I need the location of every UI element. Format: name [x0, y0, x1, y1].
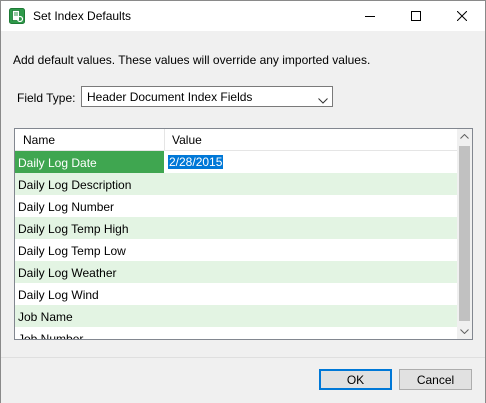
scroll-down-button[interactable] [457, 324, 472, 339]
field-type-selected-value: Header Document Index Fields [87, 90, 253, 104]
cell-name[interactable]: Daily Log Number [15, 195, 164, 217]
table-row[interactable]: Job Name [15, 305, 457, 327]
maximize-button[interactable] [393, 1, 439, 31]
cell-value[interactable] [165, 195, 457, 217]
app-icon [9, 8, 25, 24]
cell-value[interactable] [165, 283, 457, 305]
field-type-dropdown[interactable]: Header Document Index Fields [81, 86, 333, 107]
table-row[interactable]: Daily Log Date 2/28/2015 [15, 151, 457, 173]
column-divider[interactable] [164, 129, 165, 150]
instructions-text: Add default values. These values will ov… [13, 53, 371, 67]
selected-value-text[interactable]: 2/28/2015 [168, 155, 224, 169]
scrollbar-thumb[interactable] [459, 146, 470, 321]
table-row[interactable]: Daily Log Temp Low [15, 239, 457, 261]
table-row[interactable]: Daily Log Description [15, 173, 457, 195]
table-row[interactable]: Job Number [15, 327, 457, 339]
cell-name[interactable]: Daily Log Temp High [15, 217, 164, 239]
cancel-button[interactable]: Cancel [399, 369, 472, 390]
vertical-scrollbar[interactable] [457, 129, 472, 339]
grid-header: Name Value [15, 129, 457, 151]
cell-name[interactable]: Daily Log Temp Low [15, 239, 164, 261]
ok-button[interactable]: OK [319, 369, 392, 390]
cell-name[interactable]: Job Number [15, 327, 164, 339]
close-button[interactable] [439, 1, 485, 31]
column-header-value[interactable]: Value [172, 133, 202, 147]
cell-value[interactable] [165, 173, 457, 195]
table-row[interactable]: Daily Log Temp High [15, 217, 457, 239]
maximize-icon [411, 11, 421, 21]
chevron-down-icon [460, 329, 469, 334]
cell-value[interactable] [165, 305, 457, 327]
close-icon [457, 11, 467, 21]
column-header-name[interactable]: Name [23, 133, 55, 147]
title-bar[interactable]: Set Index Defaults [1, 1, 485, 31]
cell-value-editor[interactable]: 2/28/2015 [165, 151, 457, 173]
chevron-up-icon [460, 134, 469, 139]
cell-name[interactable]: Job Name [15, 305, 164, 327]
table-row[interactable]: Daily Log Wind [15, 283, 457, 305]
cell-name[interactable]: Daily Log Date [15, 151, 164, 173]
minimize-button[interactable] [347, 1, 393, 31]
window-title: Set Index Defaults [33, 9, 132, 23]
table-row[interactable]: Daily Log Number [15, 195, 457, 217]
cell-value[interactable] [165, 239, 457, 261]
grid-rows: Daily Log Date 2/28/2015 Daily Log Descr… [15, 151, 457, 339]
chevron-down-icon [318, 93, 328, 107]
table-row[interactable]: Daily Log Weather [15, 261, 457, 283]
cell-name[interactable]: Daily Log Weather [15, 261, 164, 283]
index-values-grid[interactable]: Name Value Daily Log Date 2/28/2015 Dail… [14, 128, 473, 340]
scroll-up-button[interactable] [457, 129, 472, 144]
field-type-label: Field Type: [17, 91, 76, 105]
minimize-icon [365, 16, 375, 17]
set-index-defaults-dialog: Set Index Defaults Add default values. T… [0, 0, 486, 403]
cell-value[interactable] [165, 261, 457, 283]
cell-value[interactable] [165, 217, 457, 239]
cell-name[interactable]: Daily Log Wind [15, 283, 164, 305]
cell-name[interactable]: Daily Log Description [15, 173, 164, 195]
cell-value[interactable] [165, 327, 457, 339]
dialog-footer: OK Cancel [1, 357, 485, 403]
